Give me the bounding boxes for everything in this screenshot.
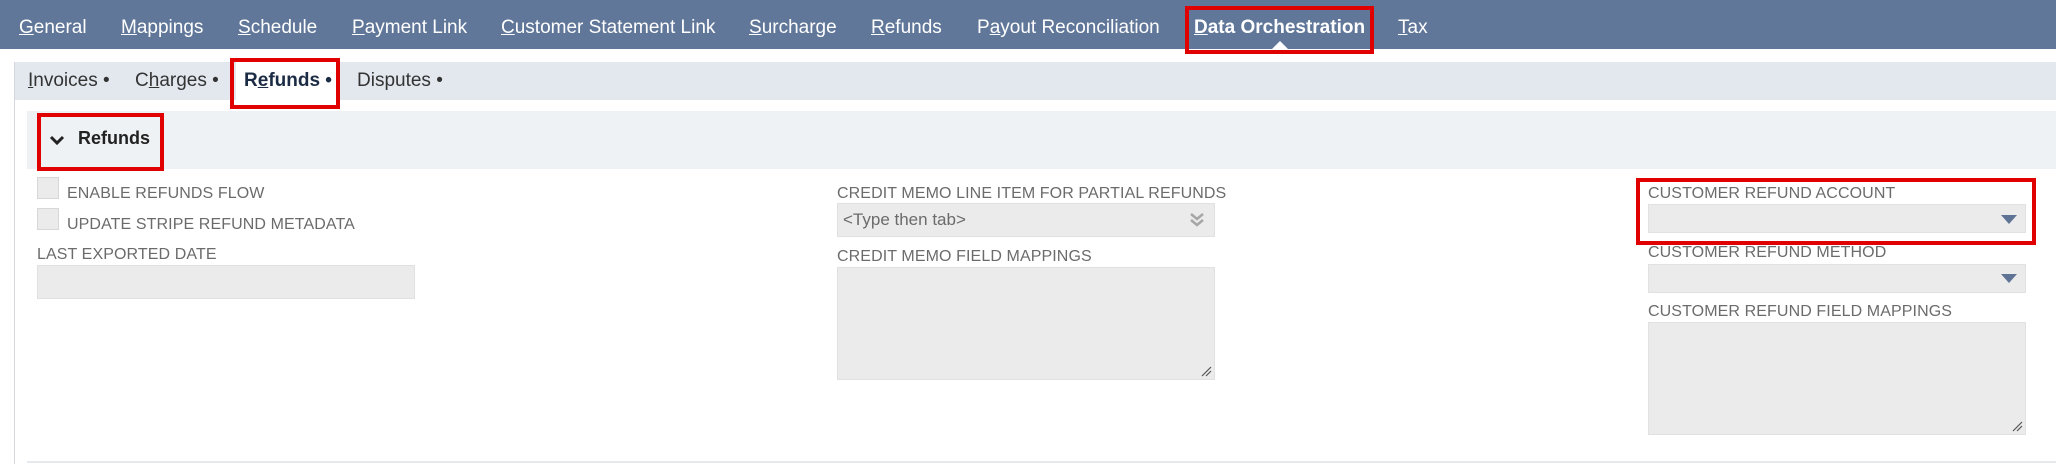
last-exported-date-label: LAST EXPORTED DATE bbox=[37, 246, 217, 263]
tab-schedule[interactable]: Schedule bbox=[238, 0, 317, 49]
customer-refund-field-mappings-textarea[interactable] bbox=[1648, 322, 2026, 435]
resize-handle-icon[interactable] bbox=[2011, 420, 2023, 432]
tab-refunds[interactable]: Refunds bbox=[871, 0, 942, 49]
tab-surcharge[interactable]: Surcharge bbox=[749, 0, 837, 49]
last-exported-date-field bbox=[37, 265, 415, 299]
customer-refund-method-select[interactable] bbox=[1648, 264, 2026, 293]
tab-payout-reconciliation[interactable]: Payout Reconciliation bbox=[977, 0, 1160, 49]
customer-refund-account-select[interactable] bbox=[1648, 204, 2026, 233]
dropdown-caret-icon[interactable] bbox=[2001, 274, 2017, 284]
section-bottom-divider bbox=[27, 461, 2056, 463]
refunds-section-header[interactable] bbox=[27, 111, 2056, 169]
update-stripe-refund-metadata-checkbox[interactable] bbox=[37, 208, 59, 230]
double-chevron-down-icon[interactable] bbox=[1188, 211, 1206, 229]
enable-refunds-flow-label: ENABLE REFUNDS FLOW bbox=[67, 185, 265, 202]
customer-refund-account-label: CUSTOMER REFUND ACCOUNT bbox=[1648, 185, 1896, 202]
credit-memo-field-mappings-label: CREDIT MEMO FIELD MAPPINGS bbox=[837, 248, 1092, 265]
credit-memo-field-mappings-textarea[interactable] bbox=[837, 267, 1215, 380]
credit-memo-line-item-placeholder: <Type then tab> bbox=[843, 210, 966, 229]
credit-memo-line-item-label: CREDIT MEMO LINE ITEM FOR PARTIAL REFUND… bbox=[837, 185, 1227, 202]
customer-refund-field-mappings-label: CUSTOMER REFUND FIELD MAPPINGS bbox=[1648, 303, 1953, 320]
section-title: Refunds bbox=[78, 128, 150, 148]
tab-customer-statement-link[interactable]: Customer Statement Link bbox=[501, 0, 715, 49]
tab-general[interactable]: General bbox=[19, 0, 87, 49]
customer-refund-method-label: CUSTOMER REFUND METHOD bbox=[1648, 244, 1887, 261]
update-stripe-refund-metadata-label: UPDATE STRIPE REFUND METADATA bbox=[67, 216, 355, 233]
enable-refunds-flow-checkbox[interactable] bbox=[37, 177, 59, 199]
tab-tax[interactable]: Tax bbox=[1398, 0, 1428, 49]
tab-payment-link[interactable]: Payment Link bbox=[352, 0, 467, 49]
chevron-down-icon[interactable] bbox=[48, 133, 66, 147]
subtab-refunds[interactable]: Refunds • bbox=[236, 62, 340, 100]
subtab-disputes[interactable]: Disputes • bbox=[357, 62, 443, 100]
resize-handle-icon[interactable] bbox=[1200, 365, 1212, 377]
tab-data-orchestration[interactable]: Data Orchestration bbox=[1194, 0, 1365, 49]
tab-mappings[interactable]: Mappings bbox=[121, 0, 203, 49]
dropdown-caret-icon[interactable] bbox=[2001, 215, 2017, 225]
left-divider bbox=[14, 62, 15, 464]
subtab-charges[interactable]: Charges • bbox=[135, 62, 219, 100]
subtab-invoices[interactable]: Invoices • bbox=[28, 62, 110, 100]
